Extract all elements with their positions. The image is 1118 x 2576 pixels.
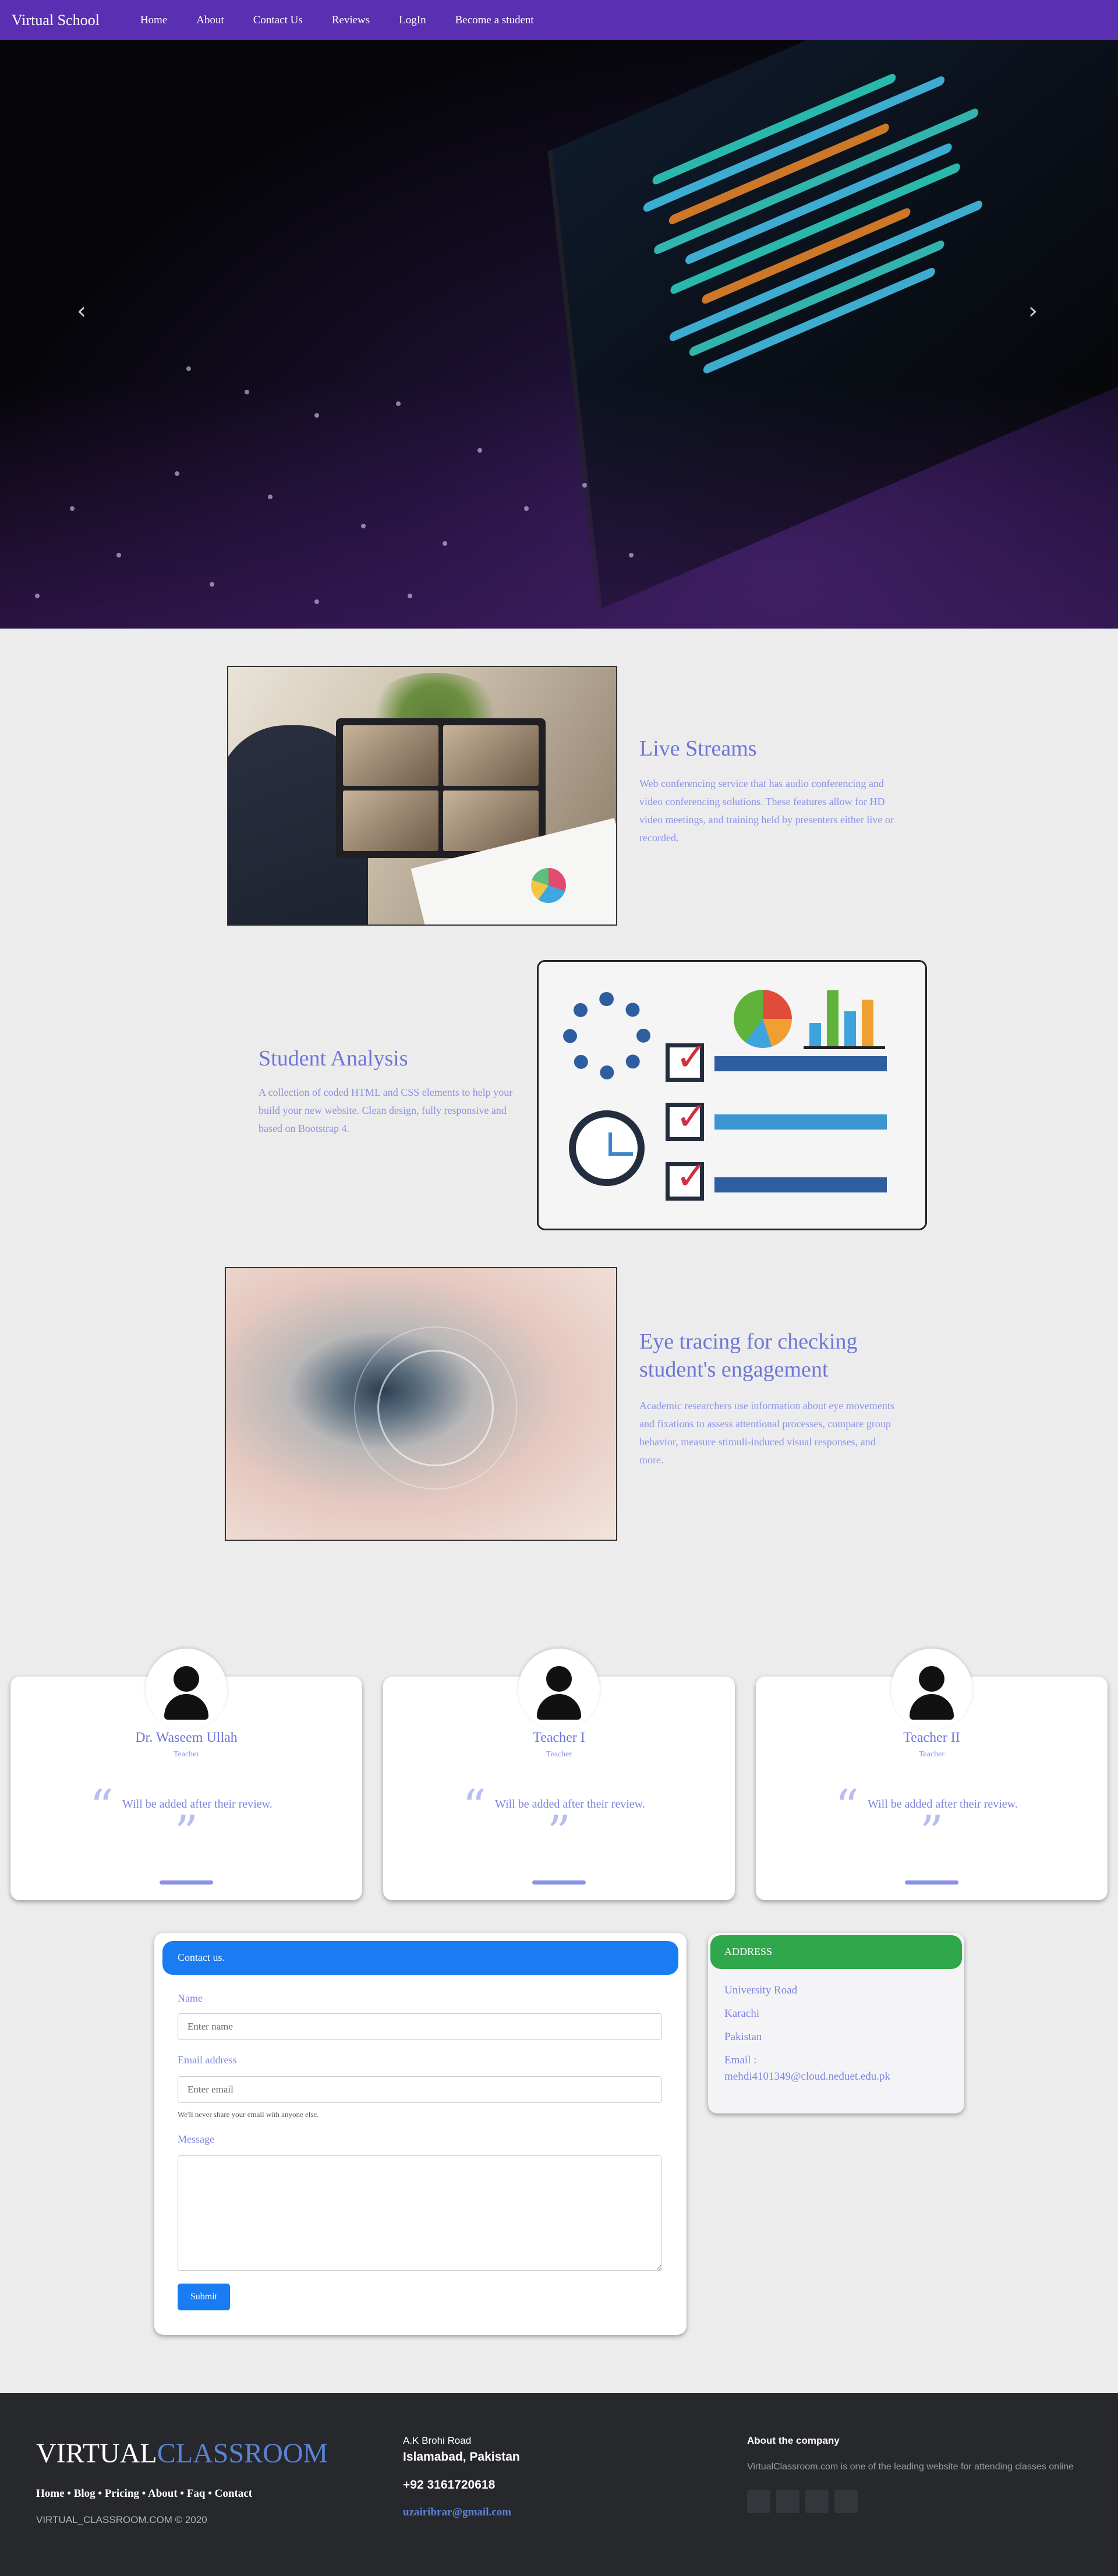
- team-member-name: Teacher I: [533, 1730, 585, 1745]
- footer-phone: +92 3161720618: [403, 2478, 496, 2492]
- carousel-prev-icon[interactable]: ‹: [77, 298, 86, 324]
- quote-close-icon: ”: [174, 1805, 199, 1859]
- live-streams-image: [227, 666, 617, 926]
- feature-desc-live-streams: Web conferencing service that has audio …: [639, 778, 894, 844]
- footer-nav[interactable]: Home • Blog • Pricing • About • Faq • Co…: [36, 2487, 252, 2500]
- email-label: Email address: [178, 2054, 237, 2066]
- quote-close-icon: ”: [547, 1805, 571, 1859]
- footer-address-line2: Islamabad, Pakistan: [403, 2450, 520, 2464]
- address-line: Pakistan: [724, 2031, 762, 2043]
- navbar: Virtual School Home About Contact Us Rev…: [0, 0, 1118, 40]
- brand-logo[interactable]: Virtual School: [12, 12, 100, 29]
- avatar-icon: [146, 1649, 227, 1730]
- footer-about-title: About the company: [747, 2435, 840, 2446]
- checkbox-icon: ✓: [666, 1094, 707, 1141]
- team-member-role: Teacher: [918, 1750, 945, 1759]
- nav-link-login[interactable]: LogIn: [399, 14, 426, 27]
- team-member-role: Teacher: [173, 1750, 200, 1759]
- email-help-text: We'll never share your email with anyone…: [178, 2110, 319, 2119]
- address-card: ADDRESS University Road Karachi Pakistan…: [708, 1933, 964, 2113]
- hero-carousel: ‹ ›: [0, 40, 1118, 629]
- feature-desc-student-analysis: A collection of coded HTML and CSS eleme…: [259, 1086, 513, 1134]
- address-email-label: Email :: [724, 2054, 757, 2066]
- contact-form-header: Contact us.: [162, 1941, 678, 1975]
- name-input[interactable]: [178, 2013, 662, 2040]
- checkbox-icon: ✓: [666, 1035, 707, 1082]
- social-icon[interactable]: [747, 2490, 770, 2513]
- feature-title-live-streams: Live Streams: [639, 736, 757, 761]
- name-label: Name: [178, 1992, 203, 2004]
- card-divider: [905, 1880, 958, 1885]
- address-header: ADDRESS: [710, 1935, 962, 1969]
- feature-desc-eye-tracing: Academic researchers use information abo…: [639, 1400, 894, 1466]
- feature-title-eye-tracing: Eye tracing for checking student's engag…: [639, 1329, 858, 1382]
- clock-icon: [569, 1110, 645, 1186]
- address-line: Karachi: [724, 2007, 760, 2020]
- team-member-name: Teacher II: [903, 1730, 960, 1745]
- footer: VIRTUALCLASSROOM Home • Blog • Pricing •…: [0, 2393, 1118, 2576]
- gear-icon: [563, 992, 650, 1079]
- avatar-icon: [518, 1649, 600, 1730]
- social-icon[interactable]: [834, 2490, 858, 2513]
- message-label: Message: [178, 2133, 214, 2145]
- team-member-name: Dr. Waseem Ullah: [135, 1730, 238, 1745]
- nav-link-reviews[interactable]: Reviews: [332, 14, 370, 27]
- carousel-next-icon[interactable]: ›: [1028, 298, 1038, 324]
- footer-logo-accent: CLASSROOM: [157, 2438, 328, 2469]
- pie-chart-icon: [734, 990, 792, 1048]
- bar-chart-icon: [804, 985, 885, 1049]
- submit-button[interactable]: Submit: [178, 2284, 230, 2310]
- social-icon[interactable]: [805, 2490, 829, 2513]
- footer-about-text: VirtualClassroom.com is one of the leadi…: [747, 2462, 1074, 2472]
- footer-logo-main: VIRTUAL: [36, 2438, 157, 2469]
- footer-copyright: VIRTUAL_CLASSROOM.COM © 2020: [36, 2514, 207, 2525]
- email-input[interactable]: [178, 2076, 662, 2103]
- nav-link-home[interactable]: Home: [140, 14, 167, 27]
- eye-tracing-image: [225, 1267, 617, 1541]
- card-divider: [160, 1880, 213, 1885]
- feature-title-student-analysis: Student Analysis: [259, 1046, 408, 1071]
- footer-logo[interactable]: VIRTUALCLASSROOM: [36, 2437, 328, 2469]
- avatar-icon: [891, 1649, 972, 1730]
- nav-link-become-student[interactable]: Become a student: [455, 14, 534, 27]
- address-email[interactable]: mehdi4101349@cloud.neduet.edu.pk: [724, 2070, 890, 2083]
- checkbox-icon: ✓: [666, 1153, 707, 1201]
- card-divider: [532, 1880, 586, 1885]
- nav-link-contact[interactable]: Contact Us: [253, 14, 303, 27]
- social-icon[interactable]: [776, 2490, 799, 2513]
- footer-address-line1: A.K Brohi Road: [403, 2435, 472, 2446]
- team-member-role: Teacher: [546, 1750, 572, 1759]
- contact-form-card: Contact us. Name Email address We'll nev…: [154, 1933, 687, 2335]
- quote-close-icon: ”: [919, 1805, 944, 1859]
- footer-email[interactable]: uzairibrar@gmail.com: [403, 2506, 511, 2519]
- student-analysis-image: ✓ ✓ ✓: [537, 960, 927, 1230]
- nav-link-about[interactable]: About: [196, 14, 224, 27]
- address-line: University Road: [724, 1984, 798, 1996]
- hero-keyboard-glow: [0, 384, 1118, 629]
- message-textarea[interactable]: [178, 2155, 662, 2271]
